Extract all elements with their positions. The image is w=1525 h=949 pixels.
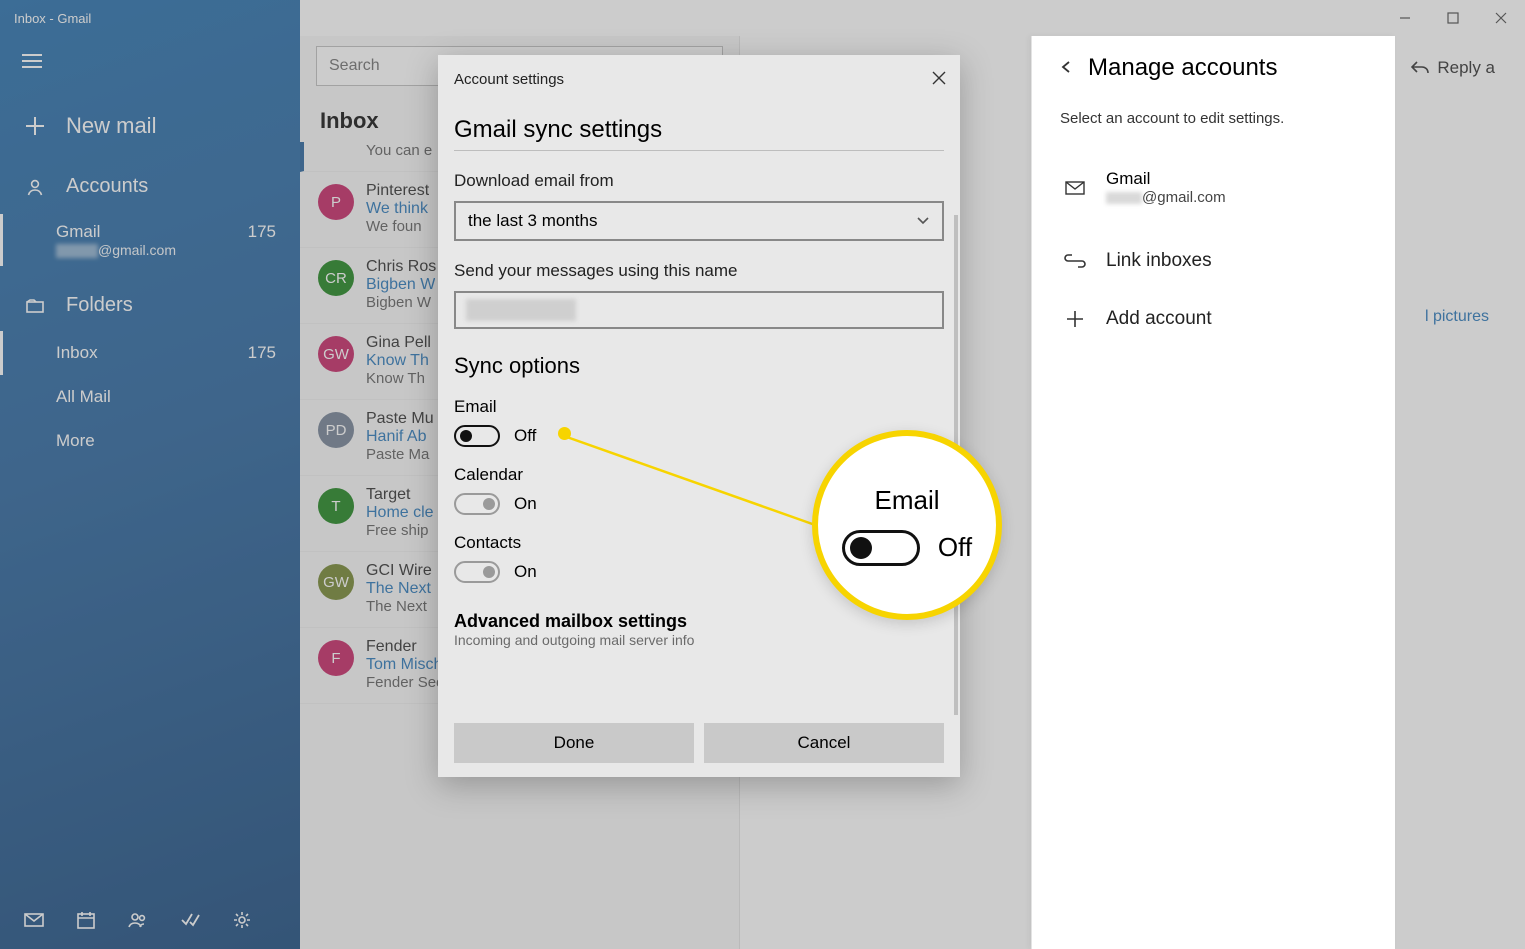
callout-anchor-dot — [558, 427, 571, 440]
back-button[interactable] — [1060, 58, 1074, 79]
download-from-label: Download email from — [454, 171, 944, 191]
sync-calendar-state: On — [514, 494, 537, 514]
sender-name-label: Send your messages using this name — [454, 261, 944, 281]
advanced-title: Advanced mailbox settings — [454, 611, 944, 632]
manage-account-name: Gmail — [1106, 169, 1226, 189]
manage-accounts-panel: Manage accounts Select an account to edi… — [1031, 36, 1395, 949]
manage-account-address: @gmail.com — [1106, 189, 1226, 206]
link-inboxes-label: Link inboxes — [1106, 250, 1212, 272]
manage-title: Manage accounts — [1088, 54, 1277, 82]
dialog-title: Account settings — [454, 71, 944, 88]
callout-label: Email — [874, 485, 939, 516]
dialog-heading: Gmail sync settings — [454, 116, 944, 151]
advanced-mailbox-link[interactable]: Advanced mailbox settings Incoming and o… — [454, 611, 944, 648]
dialog-close-button[interactable] — [932, 69, 946, 90]
maximize-button[interactable] — [1429, 0, 1477, 36]
plus-icon — [1060, 310, 1090, 328]
sync-calendar-toggle[interactable] — [454, 493, 500, 515]
sync-contacts-toggle[interactable] — [454, 561, 500, 583]
chevron-down-icon — [916, 216, 930, 226]
manage-account-gmail[interactable]: Gmail @gmail.com — [1060, 157, 1367, 232]
sync-options-heading: Sync options — [454, 353, 944, 379]
link-icon — [1060, 254, 1090, 268]
advanced-desc: Incoming and outgoing mail server info — [454, 632, 944, 648]
done-button[interactable]: Done — [454, 723, 694, 763]
add-account-label: Add account — [1106, 308, 1212, 330]
account-settings-dialog: Account settings Gmail sync settings Dow… — [438, 55, 960, 777]
link-inboxes-button[interactable]: Link inboxes — [1060, 232, 1367, 290]
download-from-value: the last 3 months — [468, 211, 597, 231]
sender-name-input[interactable] — [454, 291, 944, 329]
minimize-button[interactable] — [1381, 0, 1429, 36]
callout-bubble: Email Off — [812, 430, 1002, 620]
add-account-button[interactable]: Add account — [1060, 290, 1367, 348]
manage-hint: Select an account to edit settings. — [1060, 110, 1367, 127]
sync-email-toggle[interactable] — [454, 425, 500, 447]
download-from-select[interactable]: the last 3 months — [454, 201, 944, 241]
mail-icon — [1060, 181, 1090, 195]
sync-email-state: Off — [514, 426, 536, 446]
window-controls — [1381, 0, 1525, 36]
sync-email-label: Email — [454, 397, 944, 417]
sync-contacts-state: On — [514, 562, 537, 582]
cancel-button[interactable]: Cancel — [704, 723, 944, 763]
callout-state: Off — [938, 532, 972, 563]
callout-toggle — [842, 530, 920, 566]
close-button[interactable] — [1477, 0, 1525, 36]
